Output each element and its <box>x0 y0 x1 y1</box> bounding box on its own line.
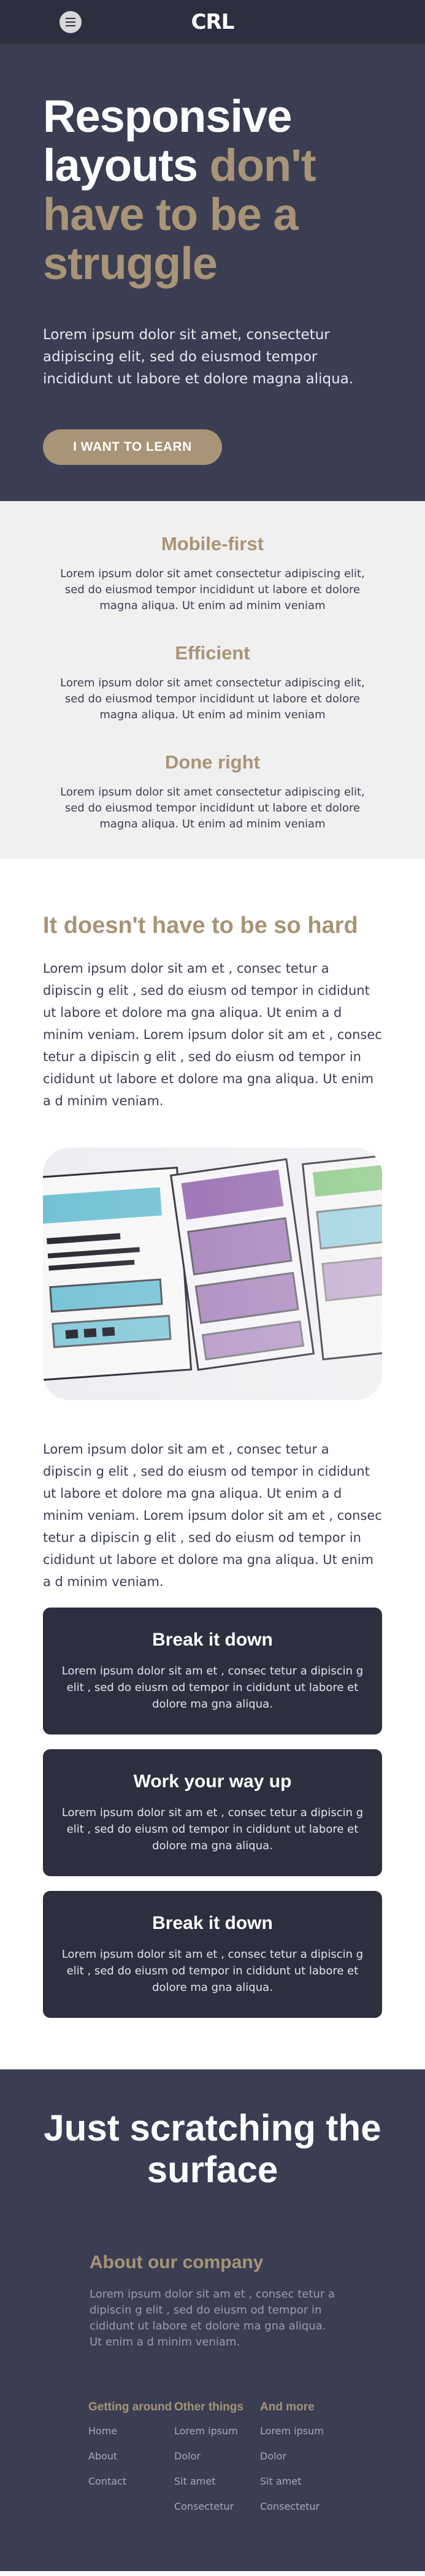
about-title: About our company <box>90 2252 264 2272</box>
footer-column: And more Lorem ipsum Dolor Sit amet Cons… <box>260 2401 346 2526</box>
footer-column-title: Getting around <box>88 2401 172 2413</box>
feature-text: Lorem ipsum dolor sit amet consectetur a… <box>60 677 365 721</box>
footer-heading: Just scratching the surface <box>44 2107 381 2190</box>
footer-link[interactable]: Sit amet <box>174 2475 260 2487</box>
footer-link[interactable]: Sit amet <box>260 2475 346 2487</box>
feature-item: Done right Lorem ipsum dolor sit amet co… <box>55 751 370 832</box>
info-card: Break it down Lorem ipsum dolor sit am e… <box>43 1891 382 2018</box>
feature-item: Mobile-first Lorem ipsum dolor sit amet … <box>55 533 370 614</box>
footer-link-about[interactable]: About <box>88 2450 174 2462</box>
card-text: Lorem ipsum dolor sit am et , consec tet… <box>61 1665 364 1711</box>
footer-link[interactable]: Lorem ipsum <box>174 2425 260 2437</box>
hero-text: Lorem ipsum dolor sit amet, consectetur … <box>43 327 354 387</box>
footer-link-contact[interactable]: Contact <box>88 2475 174 2487</box>
top-bar: CRL <box>0 0 425 44</box>
card-text: Lorem ipsum dolor sit am et , consec tet… <box>61 1806 364 1852</box>
info-card: Work your way up Lorem ipsum dolor sit a… <box>43 1749 382 1876</box>
site-logo[interactable]: CRL <box>191 10 235 34</box>
learn-button[interactable]: I WANT TO LEARN <box>43 429 222 465</box>
feature-text: Lorem ipsum dolor sit amet consectetur a… <box>60 786 365 830</box>
content-paragraph: Lorem ipsum dolor sit am et , consec tet… <box>43 1442 382 1589</box>
hero-section: Responsive layouts don't have to be a st… <box>0 44 425 501</box>
footer: Just scratching the surface About our co… <box>0 2069 425 2571</box>
content-paragraph: Lorem ipsum dolor sit am et , consec tet… <box>43 961 382 1108</box>
menu-button[interactable] <box>59 11 82 33</box>
card-title: Work your way up <box>133 1771 292 1792</box>
features-section: Mobile-first Lorem ipsum dolor sit amet … <box>0 501 425 859</box>
footer-columns: Getting around Home About Contact Other … <box>88 2401 382 2526</box>
feature-item: Efficient Lorem ipsum dolor sit amet con… <box>55 642 370 723</box>
wireframe-sketch-image <box>43 1148 382 1400</box>
footer-column-title: And more <box>260 2401 315 2413</box>
card-text: Lorem ipsum dolor sit am et , consec tet… <box>61 1948 364 1994</box>
footer-column: Getting around Home About Contact <box>88 2401 174 2526</box>
hero-title: Responsive layouts don't have to be a st… <box>43 92 382 288</box>
info-card: Break it down Lorem ipsum dolor sit am e… <box>43 1608 382 1735</box>
feature-title: Efficient <box>175 642 250 664</box>
footer-column-title: Other things <box>174 2401 243 2413</box>
footer-column: Other things Lorem ipsum Dolor Sit amet … <box>174 2401 260 2526</box>
about-block: About our company Lorem ipsum dolor sit … <box>90 2252 335 2350</box>
hamburger-menu-icon <box>66 17 75 28</box>
feature-text: Lorem ipsum dolor sit amet consectetur a… <box>60 567 365 612</box>
content-section: It doesn't have to be so hard Lorem ipsu… <box>0 859 425 2069</box>
card-title: Break it down <box>152 1630 273 1650</box>
footer-link-home[interactable]: Home <box>88 2425 174 2437</box>
content-heading: It doesn't have to be so hard <box>43 913 358 938</box>
about-text: Lorem ipsum dolor sit am et , consec tet… <box>90 2288 335 2348</box>
footer-link[interactable]: Consectetur <box>174 2501 260 2512</box>
card-title: Break it down <box>152 1913 273 1933</box>
footer-link[interactable]: Dolor <box>174 2450 260 2462</box>
feature-title: Done right <box>165 751 260 773</box>
footer-link[interactable]: Dolor <box>260 2450 346 2462</box>
feature-title: Mobile-first <box>161 533 264 554</box>
footer-link[interactable]: Consectetur <box>260 2501 346 2512</box>
footer-link[interactable]: Lorem ipsum <box>260 2425 346 2437</box>
